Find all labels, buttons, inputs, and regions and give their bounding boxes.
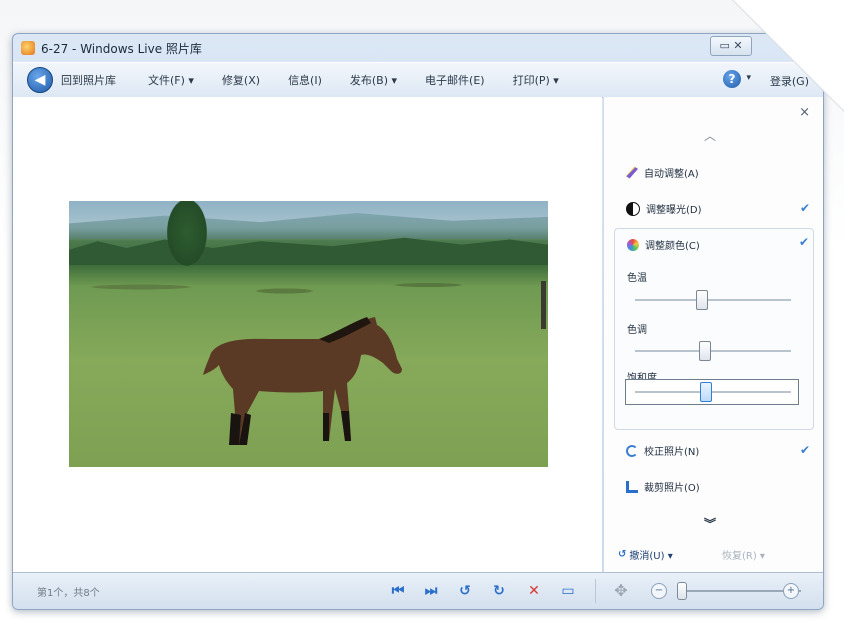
scroll-up-icon[interactable]: ︿ <box>704 127 716 144</box>
menu-fix[interactable]: 修复(X) <box>222 72 260 88</box>
color-temp-slider[interactable] <box>695 290 708 310</box>
close-pane-button[interactable]: × <box>799 105 810 120</box>
undo-button[interactable]: ↺ 撤消(U) ▾ <box>618 547 673 562</box>
help-dropdown-icon[interactable]: ▾ <box>746 73 751 83</box>
slideshow-icon[interactable]: ▭ <box>558 581 578 601</box>
color-temp-label: 色温 <box>627 273 647 284</box>
scroll-down-icon[interactable]: ︾ <box>704 515 716 532</box>
help-icon[interactable]: ? <box>723 70 741 88</box>
undo-icon: ↺ <box>618 549 627 560</box>
adjust-color-panel: 调整颜色(C) ✔ 色温 色调 饱和度 <box>614 228 814 430</box>
crop-photo-button[interactable]: 裁剪照片(O) <box>626 479 700 494</box>
status-separator <box>595 579 596 603</box>
straighten-photo-button[interactable]: 校正照片(N) <box>626 443 699 458</box>
photo-tree <box>164 201 210 271</box>
next-icon[interactable]: ⏭ <box>421 581 441 601</box>
straighten-label: 校正照片(N) <box>644 447 700 458</box>
menu-email[interactable]: 电子邮件(E) <box>425 72 485 88</box>
photo-shrubs <box>69 267 548 307</box>
rotate-left-icon[interactable]: ↺ <box>455 581 475 601</box>
auto-adjust-label: 自动调整(A) <box>644 169 699 180</box>
adjust-color-label: 调整颜色(C) <box>645 241 700 252</box>
exposure-check-icon: ✔ <box>799 201 810 215</box>
tint-label: 色调 <box>627 325 647 336</box>
adjust-color-button[interactable]: 调整颜色(C) <box>627 237 700 252</box>
previous-icon[interactable]: ⏮ <box>388 581 408 601</box>
horse-figure <box>203 317 402 445</box>
color-temp-track[interactable] <box>635 299 791 301</box>
window-controls[interactable]: ▭ ✕ <box>710 36 752 56</box>
fix-pane: × ︿ 自动调整(A) 调整曝光(D) ✔ 调整颜色(C) ✔ 色温 色调 饱和… <box>603 97 823 572</box>
menu-print[interactable]: 打印(P) ▾ <box>513 72 559 88</box>
crop-icon <box>626 480 638 493</box>
zoom-out-button[interactable]: − <box>651 583 667 599</box>
menu-bar: ◀ 回到照片库 文件(F) ▾ 修复(X) 信息(I) 发布(B) ▾ 电子邮件… <box>13 62 823 98</box>
saturation-slider[interactable] <box>700 382 713 402</box>
back-arrow-icon[interactable]: ◀ <box>27 67 53 93</box>
app-icon <box>21 41 35 55</box>
adjust-exposure-button[interactable]: 调整曝光(D) <box>626 201 702 216</box>
color-check-icon: ✔ <box>798 235 809 249</box>
exposure-icon <box>626 201 640 216</box>
window-title: 6-27 - Windows Live 照片库 <box>41 41 202 56</box>
rotate-right-icon[interactable]: ↻ <box>489 581 509 601</box>
photo-viewer <box>13 97 602 572</box>
status-bar: 第1个，共8个 ⏮ ⏭ ↺ ↻ ✕ ▭ ✥ − + <box>13 572 823 609</box>
auto-adjust-button[interactable]: 自动调整(A) <box>626 165 699 180</box>
crop-label: 裁剪照片(O) <box>644 483 700 494</box>
photo-post <box>541 281 546 329</box>
tint-slider[interactable] <box>698 341 711 361</box>
redo-button[interactable]: 恢复(R) ▾ <box>722 547 765 562</box>
photo-gallery-window: 6-27 - Windows Live 照片库 ▭ ✕ ◀ 回到照片库 文件(F… <box>12 33 824 610</box>
photo-hills <box>69 213 548 239</box>
magic-wand-icon <box>626 166 638 179</box>
menu-file[interactable]: 文件(F) ▾ <box>148 72 194 88</box>
menu-info[interactable]: 信息(I) <box>288 72 322 88</box>
straighten-icon <box>626 444 638 457</box>
saturation-track[interactable] <box>635 391 791 393</box>
straighten-check-icon: ✔ <box>799 443 810 457</box>
undo-label: 撤消(U) ▾ <box>629 551 673 562</box>
zoom-slider[interactable] <box>677 582 687 600</box>
zoom-in-button[interactable]: + <box>783 583 799 599</box>
horse-photo <box>69 201 548 467</box>
sign-in-button[interactable]: 登录(G) <box>770 73 809 89</box>
back-to-gallery-button[interactable]: 回到照片库 <box>61 72 116 88</box>
color-wheel-icon <box>627 238 639 251</box>
fit-icon[interactable]: ✥ <box>611 581 631 601</box>
adjust-exposure-label: 调整曝光(D) <box>646 205 702 216</box>
tint-track[interactable] <box>635 350 791 352</box>
title-bar: 6-27 - Windows Live 照片库 ▭ ✕ <box>13 34 823 62</box>
menu-publish[interactable]: 发布(B) ▾ <box>350 72 397 88</box>
photo-count: 第1个，共8个 <box>37 588 100 599</box>
delete-icon[interactable]: ✕ <box>524 581 544 601</box>
